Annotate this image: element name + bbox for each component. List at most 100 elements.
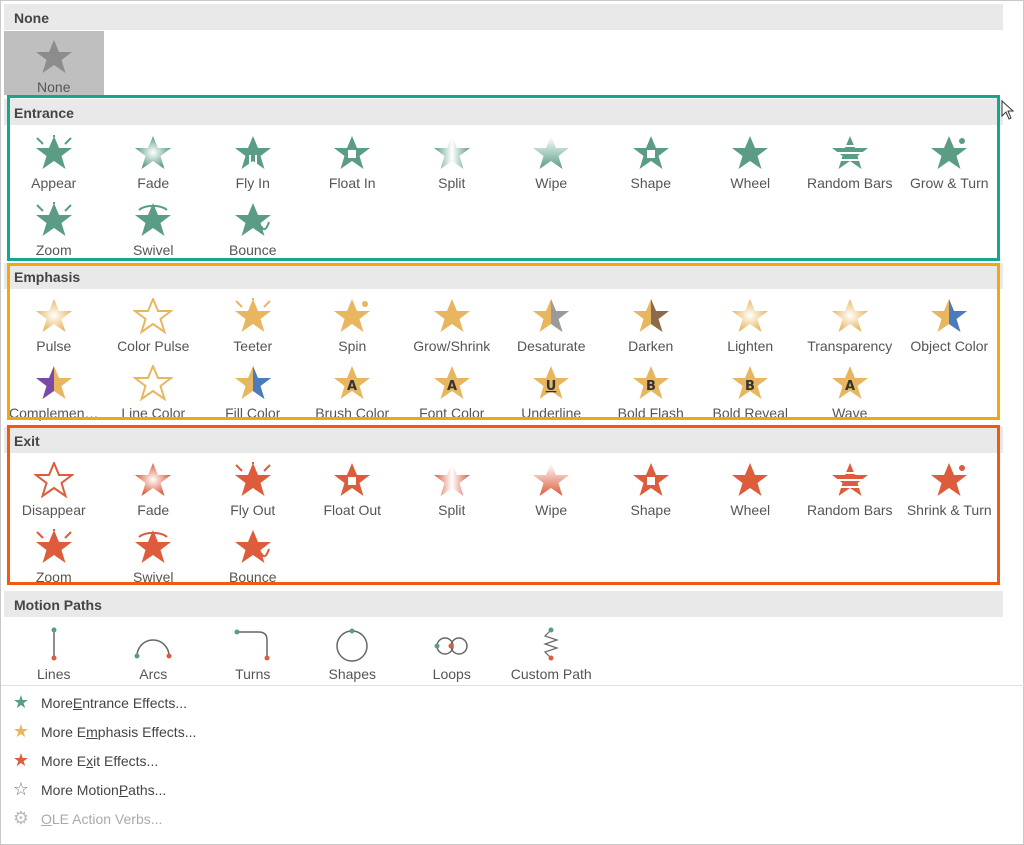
effect-exit-disappear[interactable]: Disappear: [4, 454, 104, 521]
effect-motion-shapes[interactable]: Shapes: [303, 618, 403, 685]
more-link-4: ⚙ O LE Action Verbs...: [1, 804, 1024, 833]
effect-entrance-fly-in[interactable]: Fly In: [203, 127, 303, 194]
effect-emphasis-darken[interactable]: Darken: [601, 290, 701, 357]
effect-label: Brush Color: [315, 405, 390, 421]
effect-emphasis-font-color[interactable]: A Font Color: [402, 357, 502, 424]
effect-emphasis-transparency[interactable]: Transparency: [800, 290, 900, 357]
fly-in-star-icon: [234, 136, 271, 169]
none-grid: None: [4, 31, 1003, 95]
effect-label: Grow/Shrink: [413, 338, 491, 354]
svg-text:A: A: [845, 379, 855, 394]
effect-entrance-wipe[interactable]: Wipe: [502, 127, 602, 194]
effect-exit-float-out[interactable]: Float Out: [303, 454, 403, 521]
effect-emphasis-fill-color[interactable]: Fill Color: [203, 357, 303, 424]
effect-exit-zoom[interactable]: Zoom: [4, 521, 104, 588]
fade-star-icon: [135, 463, 172, 496]
effect-emphasis-line-color[interactable]: Line Color: [104, 357, 204, 424]
split-star-icon: [433, 136, 470, 169]
effect-emphasis-bold-flash[interactable]: B Bold Flash: [601, 357, 701, 424]
swivel-star-icon: [135, 203, 172, 236]
effect-none[interactable]: None: [4, 31, 104, 95]
effect-label: Fly In: [235, 175, 270, 191]
effect-emphasis-grow-shrink[interactable]: Grow/Shrink: [402, 290, 502, 357]
effect-emphasis-object-color[interactable]: Object Color: [900, 290, 1000, 357]
effect-motion-turns[interactable]: Turns: [203, 618, 303, 685]
effect-label: Pulse: [36, 338, 72, 354]
effect-exit-swivel[interactable]: Swivel: [104, 521, 204, 588]
effect-exit-bounce[interactable]: Bounce: [203, 521, 303, 588]
effect-entrance-fade[interactable]: Fade: [104, 127, 204, 194]
effect-emphasis-underline[interactable]: U Underline: [502, 357, 602, 424]
more-link-text-post: phasis Effects...: [97, 723, 197, 740]
effect-label: Teeter: [233, 338, 273, 354]
effect-motion-lines[interactable]: Lines: [4, 618, 104, 685]
effect-emphasis-brush-color[interactable]: A Brush Color: [303, 357, 403, 424]
wheel-star-icon: [732, 136, 769, 169]
complementary-color-star-icon: [35, 366, 72, 399]
more-link-text-post: aths...: [128, 781, 167, 798]
pulse-star-icon: [35, 299, 72, 332]
effect-entrance-float-in[interactable]: Float In: [303, 127, 403, 194]
underline-star-icon: U: [533, 366, 570, 399]
effect-exit-split[interactable]: Split: [402, 454, 502, 521]
effect-label: Darken: [628, 338, 674, 354]
more-link-access-key: m: [86, 723, 98, 740]
more-link-1[interactable]: ★ More Em phasis Effects...: [1, 717, 1024, 746]
effect-exit-fade[interactable]: Fade: [104, 454, 204, 521]
effect-exit-random-bars[interactable]: Random Bars: [800, 454, 900, 521]
svg-text:A: A: [447, 379, 457, 394]
shrink-turn-star-icon: [931, 463, 968, 496]
effect-entrance-grow-turn[interactable]: Grow & Turn: [900, 127, 1000, 194]
effect-exit-wipe[interactable]: Wipe: [502, 454, 602, 521]
bounce-star-icon: [234, 203, 271, 236]
mouse-cursor-icon: [1001, 100, 1015, 120]
line-color-star-icon: [133, 365, 174, 401]
entrance-grid: Appear Fade Fly In Float In Split Wipe Shape Wh…: [4, 127, 1003, 261]
effect-label: Grow & Turn: [909, 175, 989, 191]
effect-emphasis-wave[interactable]: A Wave: [800, 357, 900, 424]
effect-emphasis-color-pulse[interactable]: Color Pulse: [104, 290, 204, 357]
effect-entrance-shape[interactable]: Shape: [601, 127, 701, 194]
appear-star-icon: [35, 135, 72, 169]
effect-entrance-split[interactable]: Split: [402, 127, 502, 194]
svg-text:B: B: [745, 379, 755, 394]
effect-entrance-swivel[interactable]: Swivel: [104, 194, 204, 261]
effect-label: None: [37, 79, 71, 95]
effect-emphasis-spin[interactable]: Spin: [303, 290, 403, 357]
divider: [1, 685, 1024, 686]
effect-exit-shrink-turn[interactable]: Shrink & Turn: [900, 454, 1000, 521]
more-link-3[interactable]: ☆ More Motion Paths...: [1, 775, 1024, 804]
effect-exit-fly-out[interactable]: Fly Out: [203, 454, 303, 521]
effect-label: Shape: [630, 175, 671, 191]
effect-entrance-wheel[interactable]: Wheel: [701, 127, 801, 194]
effect-label: Fade: [137, 175, 170, 191]
effect-exit-shape[interactable]: Shape: [601, 454, 701, 521]
effect-label: Loops: [432, 666, 471, 682]
effect-label: Bold Reveal: [712, 405, 789, 421]
effect-motion-arcs[interactable]: Arcs: [104, 618, 204, 685]
effect-motion-custom-path[interactable]: Custom Path: [502, 618, 602, 685]
effect-emphasis-bold-reveal[interactable]: B Bold Reveal: [701, 357, 801, 424]
effect-entrance-bounce[interactable]: Bounce: [203, 194, 303, 261]
effect-motion-loops[interactable]: Loops: [402, 618, 502, 685]
effect-entrance-appear[interactable]: Appear: [4, 127, 104, 194]
effect-label: Shape: [630, 502, 671, 518]
section-header-none: None: [4, 4, 1003, 30]
teeter-star-icon: [234, 298, 271, 332]
effect-label: Desaturate: [517, 338, 586, 354]
spin-star-icon: [334, 299, 371, 332]
effect-emphasis-teeter[interactable]: Teeter: [203, 290, 303, 357]
effect-emphasis-desaturate[interactable]: Desaturate: [502, 290, 602, 357]
effect-entrance-zoom[interactable]: Zoom: [4, 194, 104, 261]
effect-emphasis-lighten[interactable]: Lighten: [701, 290, 801, 357]
wheel-star-icon: [732, 463, 769, 496]
effect-exit-wheel[interactable]: Wheel: [701, 454, 801, 521]
more-link-0[interactable]: ★ More Entrance Effects...: [1, 688, 1024, 717]
red-star-icon: ★: [12, 750, 30, 770]
arc-path-icon: [134, 639, 172, 659]
effect-emphasis-complemen[interactable]: Complemen…: [4, 357, 104, 424]
more-link-2[interactable]: ★ More Ex it Effects...: [1, 746, 1024, 775]
effect-emphasis-pulse[interactable]: Pulse: [4, 290, 104, 357]
effect-entrance-random-bars[interactable]: Random Bars: [800, 127, 900, 194]
more-link-access-key: x: [86, 752, 94, 769]
